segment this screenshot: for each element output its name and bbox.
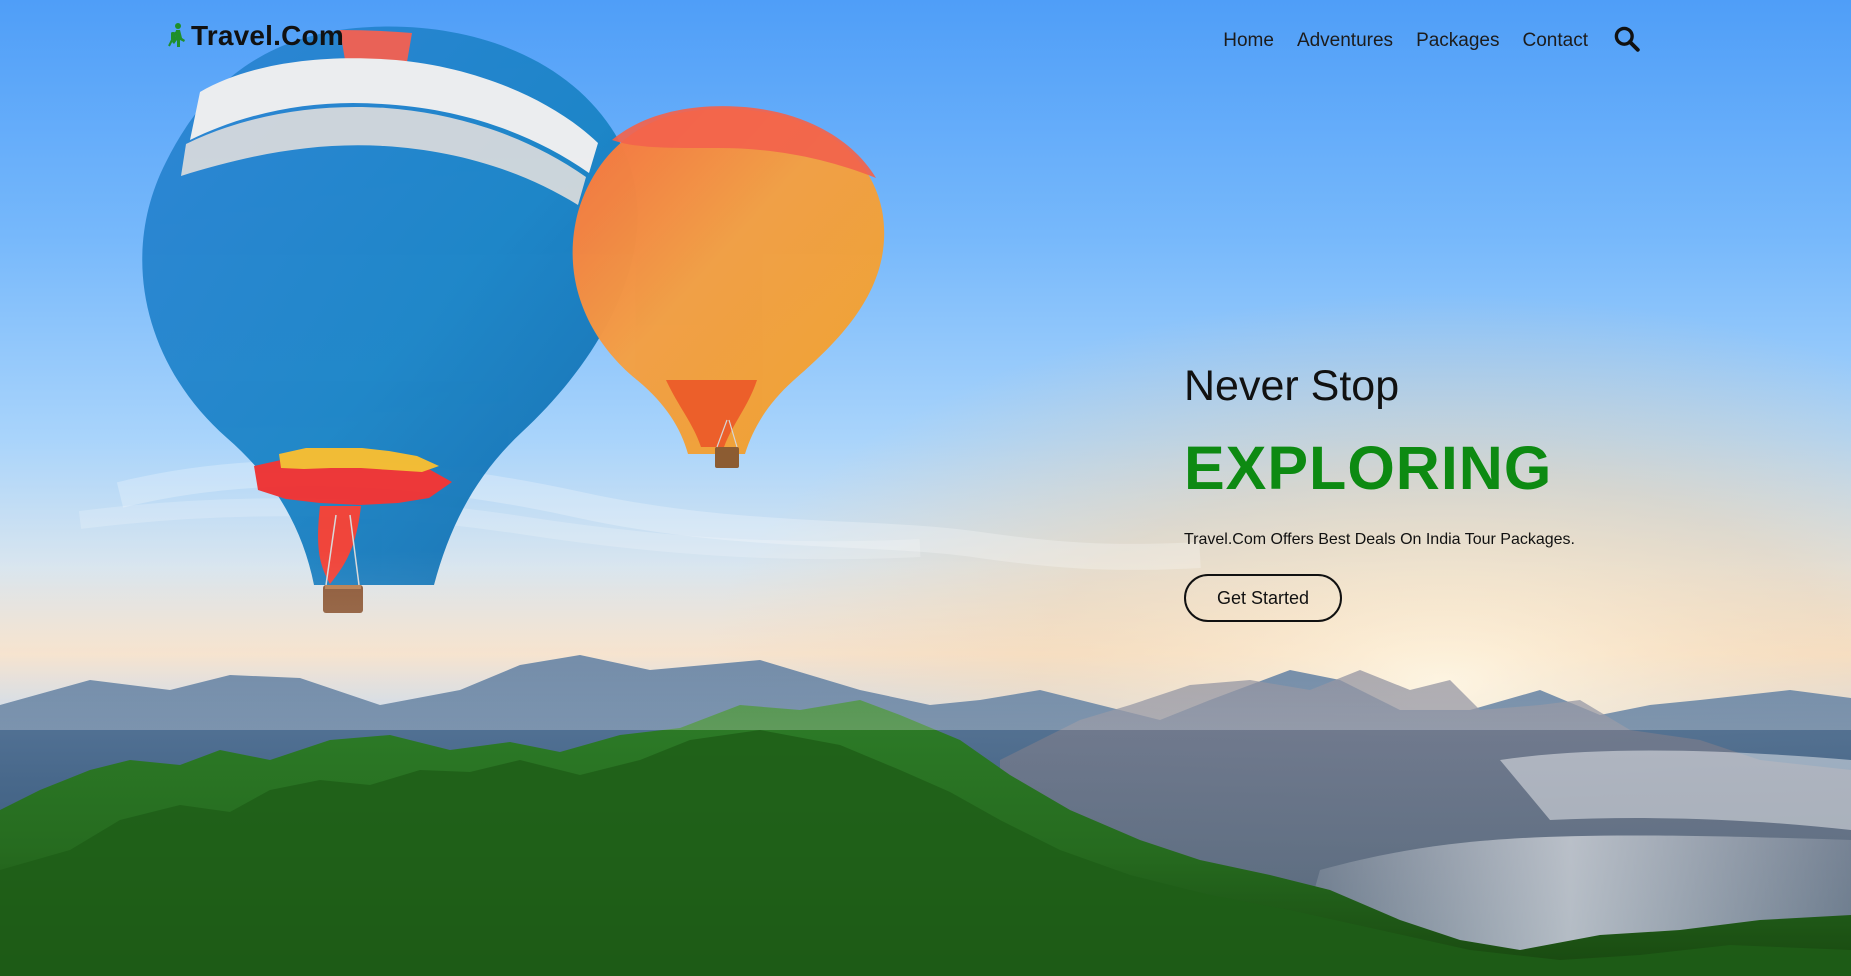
nav-link-contact[interactable]: Contact — [1523, 30, 1588, 52]
get-started-button[interactable]: Get Started — [1184, 574, 1342, 622]
brand-name: Travel.Com — [191, 20, 344, 51]
page: Travel.Com Home Adventures Packages Cont… — [0, 0, 1851, 976]
nav-link-home[interactable]: Home — [1223, 30, 1274, 52]
hero-kicker: Never Stop — [1184, 362, 1400, 410]
brand-logo-link[interactable]: Travel.Com — [166, 20, 344, 52]
hiker-icon — [166, 22, 188, 50]
hero-subtitle: Travel.Com Offers Best Deals On India To… — [1184, 531, 1575, 548]
hero-title: EXPLORING — [1184, 434, 1553, 502]
hero-content: Never Stop EXPLORING Travel.Com Offers B… — [1184, 360, 1744, 622]
main-nav: Home Adventures Packages Contact — [1223, 26, 1641, 56]
search-icon — [1613, 25, 1640, 58]
nav-link-packages[interactable]: Packages — [1416, 30, 1499, 52]
site-header: Travel.Com Home Adventures Packages Cont… — [0, 0, 1851, 78]
nav-link-adventures[interactable]: Adventures — [1297, 30, 1393, 52]
search-button[interactable] — [1611, 26, 1641, 56]
